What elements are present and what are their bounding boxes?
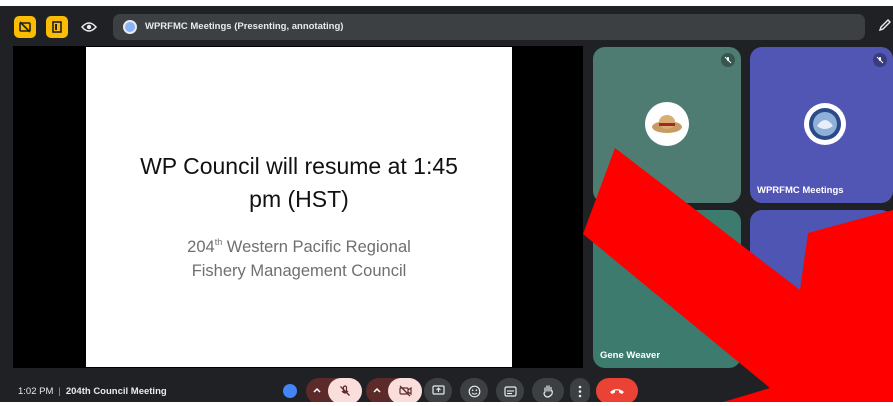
end-call-icon (610, 389, 624, 394)
mic-toggle-button[interactable] (328, 378, 362, 404)
slide-subtitle-line1: 204th Western Pacific Regional (106, 230, 492, 259)
mic-off-badge-icon (721, 53, 735, 67)
people-button[interactable] (795, 382, 811, 398)
meeting-info: 1:02 PM | 204th Council Meeting (18, 386, 167, 397)
subtitle-text: Western Pacific Regional (222, 238, 411, 256)
mic-off-icon (340, 385, 350, 396)
bottom-edge (0, 402, 893, 406)
presentation-slide: WP Council will resume at 1:45 pm (HST) … (86, 47, 512, 367)
top-edge (0, 0, 893, 6)
slide-subtitle: 204th Western Pacific Regional Fishery M… (106, 230, 492, 283)
annotate-button[interactable] (878, 18, 892, 37)
activities-button[interactable] (850, 380, 870, 400)
door-icon (52, 21, 62, 33)
view-button[interactable] (78, 16, 100, 38)
participant-tile-wprfmc[interactable]: WPRFMC Meetings (750, 47, 893, 203)
meeting-details-button[interactable] (767, 382, 783, 398)
slide-title-line2: pm (HST) (249, 186, 349, 212)
mic-control-group (306, 378, 362, 404)
meet-window: WPRFMC Meetings (Presenting, annotating)… (0, 0, 893, 406)
present-button[interactable] (424, 378, 452, 404)
chat-icon (823, 383, 837, 397)
separator: | (58, 386, 61, 397)
captions-button[interactable] (496, 378, 524, 404)
screen-off-icon (19, 21, 31, 33)
presentation-title-pill[interactable]: WPRFMC Meetings (Presenting, annotating) (113, 14, 865, 40)
door-button[interactable] (46, 16, 68, 38)
chat-button[interactable] (822, 382, 838, 398)
raise-hand-button[interactable] (532, 378, 564, 404)
slide-title: WP Council will resume at 1:45 pm (HST) (106, 150, 492, 216)
camera-toggle-button[interactable] (388, 378, 422, 404)
participant-name: WPRFMC Meetings (757, 185, 844, 196)
captions-icon (503, 385, 517, 397)
clock-time: 1:02 PM (18, 386, 54, 397)
participant-tile[interactable] (593, 47, 741, 203)
emoji-button[interactable] (460, 378, 488, 404)
emoji-icon (468, 385, 480, 397)
reactions-dot-button[interactable] (279, 378, 301, 404)
apps-icon (855, 385, 865, 395)
mic-off-badge-icon (873, 53, 887, 67)
mic-off-badge-icon (873, 216, 887, 230)
wprfmc-logo-icon (804, 103, 846, 145)
top-bar: WPRFMC Meetings (Presenting, annotating) (0, 6, 893, 42)
end-call-button[interactable] (596, 378, 638, 404)
raise-hand-icon (542, 385, 553, 398)
meeting-name: 204th Council Meeting (65, 386, 167, 397)
slide-subtitle-line2: Fishery Management Council (191, 262, 407, 280)
pen-icon (878, 19, 891, 32)
presentation-title: WPRFMC Meetings (Presenting, annotating) (145, 21, 344, 32)
wprfmc-logo-icon (806, 266, 848, 308)
stop-presenting-button[interactable] (14, 16, 36, 38)
reactions-dot-icon (283, 384, 297, 398)
participant-tile-wprfmc-2[interactable]: ings (750, 210, 893, 368)
chevron-up-icon[interactable] (372, 385, 382, 398)
globe-icon (123, 20, 137, 34)
participant-tile-gene[interactable]: Gene Weaver (593, 210, 741, 368)
more-options-button[interactable] (570, 378, 590, 404)
slide-title-line1: WP Council will resume at 1:45 (140, 153, 458, 179)
people-icon (796, 385, 810, 396)
present-icon (431, 385, 445, 395)
chevron-up-icon[interactable] (312, 385, 322, 398)
participant-name: Gene Weaver (600, 350, 661, 361)
info-icon (769, 384, 781, 396)
camera-control-group (366, 378, 422, 404)
avatar (645, 102, 689, 146)
participant-count-badge: 25 (804, 373, 820, 384)
more-icon (578, 385, 582, 397)
eye-icon (81, 22, 97, 32)
hat-icon (652, 115, 682, 133)
camera-off-icon (398, 385, 412, 397)
bottom-bar: 1:02 PM | 204th Council Meeting (0, 372, 893, 404)
subtitle-number: 204 (187, 238, 215, 256)
participant-name: ings (818, 350, 838, 361)
